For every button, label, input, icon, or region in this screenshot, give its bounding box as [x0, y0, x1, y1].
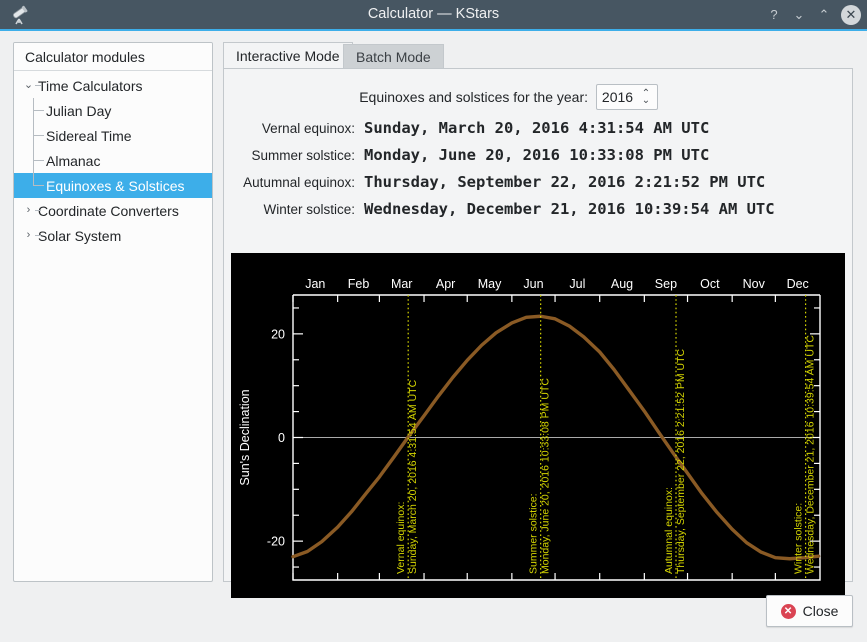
- y-axis-label: -20: [267, 535, 285, 549]
- annotation-date: Thursday, September 22, 2016 2:21:52 PM …: [675, 348, 687, 574]
- result-row: Autumnal equinox:Thursday, September 22,…: [232, 173, 852, 200]
- title-accent-line: [0, 29, 867, 31]
- x-axis-label: Dec: [787, 277, 809, 291]
- sidebar-header: Calculator modules: [14, 43, 212, 71]
- result-value: Thursday, September 22, 2016 2:21:52 PM …: [364, 173, 765, 191]
- maximize-button[interactable]: ⌃: [813, 4, 835, 26]
- sidebar-item-coordinate-converters[interactable]: ›Coordinate Converters: [14, 198, 212, 223]
- tab-batch-mode[interactable]: Batch Mode: [343, 44, 444, 69]
- module-tree[interactable]: ⌄Time Calculators Julian Day Sidereal Time…: [14, 73, 212, 248]
- tree-branch-line: [33, 185, 44, 186]
- minimize-button[interactable]: ⌄: [788, 4, 810, 26]
- sidebar-item-label: Coordinate Converters: [24, 203, 179, 219]
- annotation-date: Monday, June 20, 2016 10:33:08 PM UTC: [540, 378, 552, 574]
- x-axis-label: Feb: [348, 277, 370, 291]
- x-axis-label: May: [478, 277, 502, 291]
- sidebar-item-label: Almanac: [46, 153, 100, 169]
- close-window-button[interactable]: ✕: [841, 5, 861, 25]
- tree-branch-line: [33, 110, 44, 111]
- x-axis-label: Jan: [305, 277, 325, 291]
- result-label: Summer solstice:: [232, 148, 364, 163]
- annotation-title: Winter solstice:: [793, 503, 805, 574]
- chevron-down-icon[interactable]: ⌄: [642, 97, 650, 104]
- year-spinbox[interactable]: 2016 ⌃ ⌄: [596, 84, 658, 110]
- window-title: Calculator — KStars: [0, 0, 867, 29]
- annotation-title: Vernal equinox:: [395, 502, 407, 574]
- sidebar-item-julian-day[interactable]: Julian Day: [14, 98, 212, 123]
- result-label: Winter solstice:: [232, 202, 364, 217]
- result-label: Vernal equinox:: [232, 121, 364, 136]
- help-button[interactable]: ?: [763, 4, 785, 26]
- tab-bar: Interactive Mode Batch Mode: [223, 42, 853, 69]
- tree-branch-line: [33, 148, 34, 173]
- annotation-title: Autumnal equinox:: [663, 487, 675, 574]
- interactive-mode-panel: Equinoxes and solstices for the year: 20…: [223, 68, 853, 582]
- x-axis-label: Jul: [569, 277, 585, 291]
- annotation-date: Sunday, March 20, 2016 4:31:54 AM UTC: [407, 379, 419, 574]
- tree-branch-line: [35, 235, 41, 236]
- x-axis-label: Mar: [391, 277, 413, 291]
- kstars-calculator-window: Calculator — KStars ? ⌄ ⌃ ✕ Calculator m…: [0, 0, 867, 642]
- sidebar-item-time-calculators[interactable]: ⌄Time Calculators: [14, 73, 212, 98]
- tree-branch-line: [33, 160, 44, 161]
- main-panel: Interactive Mode Batch Mode Equinoxes an…: [223, 42, 853, 582]
- chevron-down-icon[interactable]: ⌄: [23, 80, 34, 91]
- annotation-title: Summer solstice:: [528, 493, 540, 574]
- tree-branch-line: [35, 210, 41, 211]
- dialog-footer: ✕ Close: [0, 590, 867, 642]
- close-button-label: Close: [803, 603, 839, 619]
- spin-arrows[interactable]: ⌃ ⌄: [638, 90, 657, 104]
- x-axis-label: Jun: [523, 277, 543, 291]
- window-controls: ? ⌄ ⌃ ✕: [763, 0, 861, 29]
- tab-interactive-mode[interactable]: Interactive Mode: [223, 42, 353, 69]
- y-axis-title: Sun's Declination: [238, 389, 252, 485]
- x-axis-label: Sep: [655, 277, 677, 291]
- sidebar-item-label: Julian Day: [46, 103, 111, 119]
- tree-branch-line: [35, 85, 41, 86]
- tree-branch-line: [33, 123, 34, 148]
- y-axis-label: 20: [271, 327, 285, 341]
- tree-branch-line: [33, 135, 44, 136]
- sidebar-item-solar-system[interactable]: ›Solar System: [14, 223, 212, 248]
- annotation-date: Wednesday, December 21, 2016 10:39:54 AM…: [805, 335, 817, 574]
- year-label: Equinoxes and solstices for the year:: [359, 89, 588, 105]
- x-axis-label: Apr: [436, 277, 455, 291]
- sidebar-item-label: Time Calculators: [24, 78, 143, 94]
- tree-branch-line: [33, 173, 34, 186]
- sidebar-item-label: Sidereal Time: [46, 128, 132, 144]
- results-list: Vernal equinox:Sunday, March 20, 2016 4:…: [232, 119, 852, 227]
- x-axis-label: Oct: [700, 277, 720, 291]
- year-selector-row: Equinoxes and solstices for the year: 20…: [224, 84, 838, 110]
- declination-plot: Jan Feb Mar Apr May Jun Jul Aug Sep Oct Nov Dec -20 0…: [231, 253, 845, 598]
- result-value: Sunday, March 20, 2016 4:31:54 AM UTC: [364, 119, 709, 137]
- title-bar: Calculator — KStars ? ⌄ ⌃ ✕: [0, 0, 867, 29]
- result-label: Autumnal equinox:: [232, 175, 364, 190]
- sidebar-item-label: Equinoxes & Solstices: [46, 178, 185, 194]
- result-row: Vernal equinox:Sunday, March 20, 2016 4:…: [232, 119, 852, 146]
- close-button[interactable]: ✕ Close: [766, 595, 853, 627]
- sidebar-item-sidereal-time[interactable]: Sidereal Time: [14, 123, 212, 148]
- y-axis-label: 0: [278, 431, 285, 445]
- calculator-modules-panel: Calculator modules ⌄Time Calculators Juli…: [13, 42, 213, 582]
- result-value: Wednesday, December 21, 2016 10:39:54 AM…: [364, 200, 775, 218]
- tree-branch-line: [33, 98, 34, 123]
- sidebar-item-equinoxes-solstices[interactable]: Equinoxes & Solstices: [14, 173, 212, 198]
- sidebar-item-almanac[interactable]: Almanac: [14, 148, 212, 173]
- chevron-right-icon[interactable]: ›: [23, 205, 34, 216]
- x-axis-label: Nov: [743, 277, 766, 291]
- year-input[interactable]: 2016: [597, 89, 638, 105]
- result-row: Summer solstice:Monday, June 20, 2016 10…: [232, 146, 852, 173]
- declination-plot-svg: Jan Feb Mar Apr May Jun Jul Aug Sep Oct Nov Dec -20 0…: [231, 253, 845, 598]
- result-row: Winter solstice:Wednesday, December 21, …: [232, 200, 852, 227]
- close-circle-icon: ✕: [781, 604, 796, 619]
- x-axis-label: Aug: [611, 277, 633, 291]
- chevron-right-icon[interactable]: ›: [23, 230, 34, 241]
- result-value: Monday, June 20, 2016 10:33:08 PM UTC: [364, 146, 709, 164]
